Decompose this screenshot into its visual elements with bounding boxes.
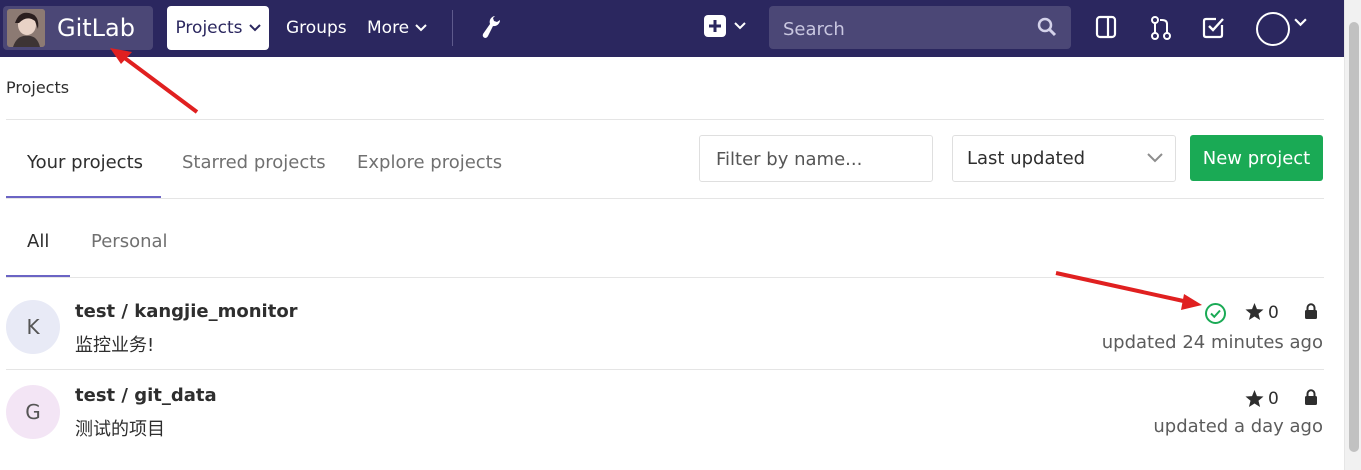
- divider: [6, 119, 1324, 120]
- chevron-down-icon: [248, 24, 261, 32]
- tab-starred-projects[interactable]: Starred projects: [182, 152, 326, 173]
- todos-icon[interactable]: [1202, 15, 1226, 39]
- sort-dropdown[interactable]: Last updated: [952, 135, 1176, 182]
- project-description: 测试的项目: [75, 419, 165, 440]
- scrollbar-thumb[interactable]: [1349, 22, 1359, 452]
- star-icon[interactable]: [1245, 303, 1264, 321]
- project-title-link[interactable]: test / kangjie_monitor: [75, 301, 298, 322]
- tab-all[interactable]: All: [27, 231, 49, 252]
- tab-personal[interactable]: Personal: [91, 231, 168, 252]
- divider: [6, 198, 1324, 199]
- lock-icon: [1305, 389, 1317, 405]
- search-icon[interactable]: [1037, 17, 1057, 37]
- admin-wrench-icon[interactable]: [480, 14, 502, 40]
- sort-label: Last updated: [967, 148, 1086, 169]
- star-count: 0: [1268, 303, 1279, 323]
- search-box[interactable]: [769, 6, 1071, 49]
- tab-explore-projects[interactable]: Explore projects: [357, 152, 502, 173]
- project-title-link[interactable]: test / git_data: [75, 385, 217, 406]
- user-avatar[interactable]: [1256, 12, 1290, 46]
- gitlab-logo-avatar: [7, 9, 45, 47]
- new-project-button[interactable]: New project: [1190, 135, 1323, 181]
- page-scrollbar[interactable]: [1344, 0, 1361, 470]
- sidebar-toggle-icon[interactable]: [1095, 15, 1117, 39]
- nav-groups-label: Groups: [286, 18, 347, 38]
- new-item-dropdown[interactable]: [703, 14, 746, 38]
- tab-your-projects[interactable]: Your projects: [27, 152, 143, 173]
- project-avatar[interactable]: G: [6, 385, 60, 439]
- nav-divider: [452, 10, 453, 46]
- nav-groups-link[interactable]: Groups: [286, 6, 347, 50]
- star-count: 0: [1268, 389, 1279, 409]
- divider: [6, 277, 1324, 278]
- merge-requests-icon[interactable]: [1150, 15, 1172, 41]
- divider: [6, 369, 1324, 370]
- new-project-label: New project: [1202, 147, 1311, 169]
- annotation-arrow-logo: [110, 48, 199, 114]
- annotation-arrow-pipeline: [1055, 271, 1202, 310]
- project-description: 监控业务!: [75, 335, 155, 356]
- nav-projects-label: Projects: [175, 18, 243, 38]
- search-input[interactable]: [781, 16, 1025, 42]
- updated-time: updated 24 minutes ago: [1101, 332, 1323, 353]
- chevron-down-icon: [734, 22, 746, 30]
- gitlab-home-link[interactable]: GitLab: [3, 6, 153, 50]
- nav-more-label: More: [367, 18, 410, 38]
- chevron-down-icon[interactable]: [1294, 18, 1307, 27]
- chevron-down-icon: [1147, 153, 1163, 163]
- nav-projects-dropdown[interactable]: Projects: [167, 6, 269, 50]
- filter-input[interactable]: [714, 138, 918, 180]
- nav-more-dropdown[interactable]: More: [367, 6, 427, 50]
- star-icon[interactable]: [1245, 390, 1264, 408]
- lock-icon: [1305, 303, 1317, 319]
- filter-by-name[interactable]: [699, 135, 933, 182]
- project-avatar[interactable]: K: [6, 300, 60, 354]
- pipeline-passed-icon[interactable]: [1204, 302, 1227, 325]
- plus-square-icon: [704, 15, 726, 37]
- top-navbar: GitLab Projects Groups More: [0, 0, 1345, 57]
- brand-name: GitLab: [57, 14, 135, 42]
- updated-time: updated a day ago: [1153, 416, 1323, 437]
- chevron-down-icon: [415, 24, 427, 32]
- breadcrumb[interactable]: Projects: [6, 78, 69, 97]
